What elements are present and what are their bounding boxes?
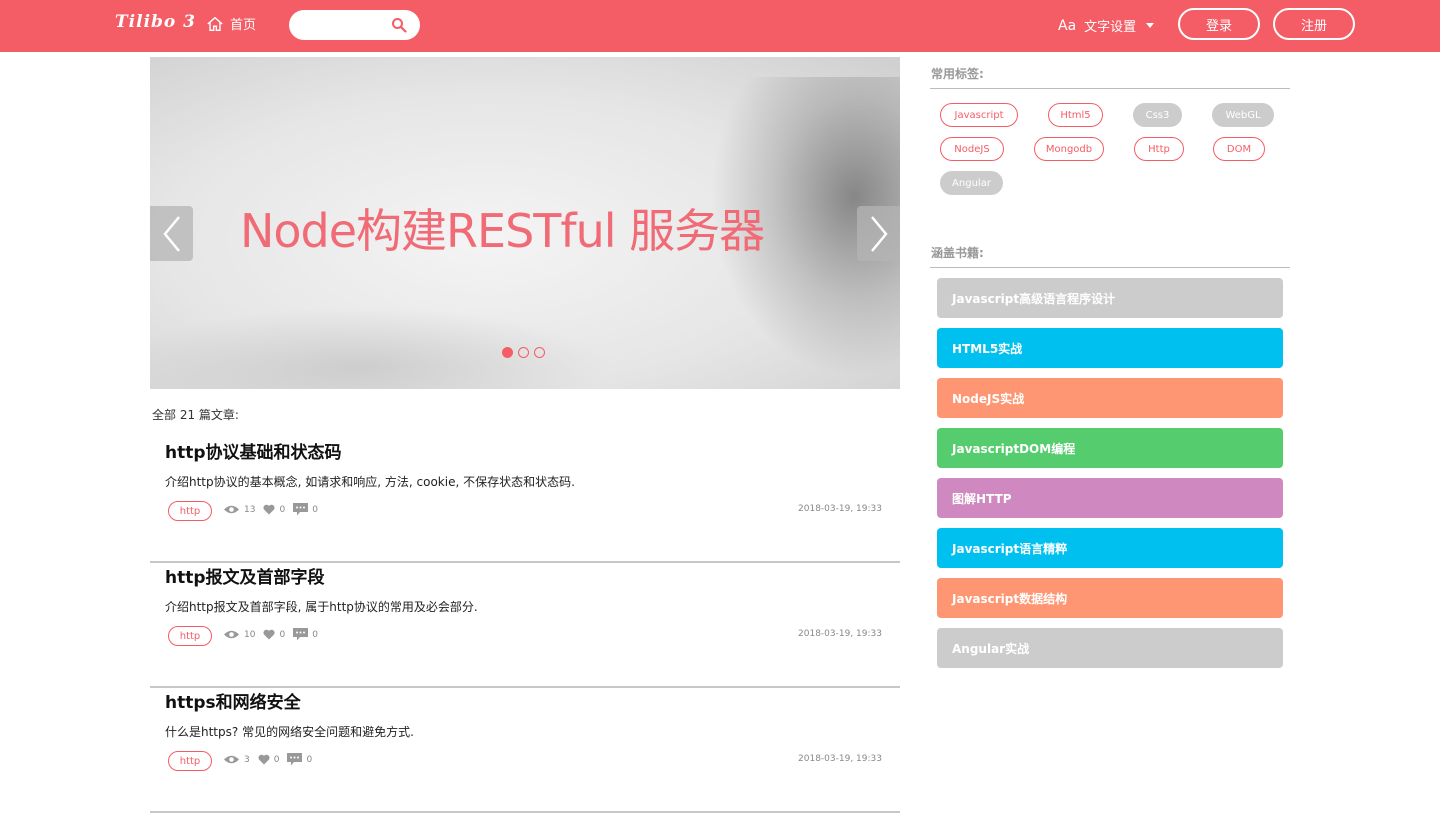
heart-icon: [263, 629, 276, 640]
tag-nodejs[interactable]: NodeJS: [940, 137, 1004, 161]
article-stats: 13 0 0: [223, 503, 326, 516]
article-title[interactable]: http协议基础和状态码: [165, 438, 342, 463]
search-box: [289, 10, 420, 40]
article-description: 介绍http报文及首部字段, 属于http协议的常用及必会部分.: [165, 600, 478, 614]
like-count: 0: [273, 754, 280, 765]
caret-down-icon: [1146, 23, 1155, 28]
home-icon: [207, 16, 223, 31]
login-button[interactable]: 登录: [1178, 8, 1260, 40]
article-date: 2018-03-19, 19:33: [798, 629, 882, 639]
search-input[interactable]: [301, 16, 391, 34]
books-heading: 涵盖书籍:: [930, 244, 1290, 268]
article-date: 2018-03-19, 19:33: [798, 754, 882, 764]
article-item: http报文及首部字段 介绍http报文及首部字段, 属于http协议的常用及必…: [150, 563, 900, 688]
book-item[interactable]: HTML5实战: [937, 328, 1283, 368]
slide-title: Node构建RESTful 服务器: [240, 204, 765, 258]
article-description: 介绍http协议的基本概念, 如请求和响应, 方法, cookie, 不保存状态…: [165, 475, 575, 489]
tag-javascript[interactable]: Javascript: [940, 103, 1018, 127]
font-settings-dropdown[interactable]: Aa 文字设置: [1058, 16, 1155, 35]
eye-icon: [224, 505, 239, 514]
tag-webgl[interactable]: WebGL: [1212, 103, 1274, 127]
tags-heading: 常用标签:: [930, 65, 1290, 89]
home-link[interactable]: 首页: [206, 14, 256, 33]
chevron-right-icon: [870, 215, 888, 252]
font-settings-label: 文字设置: [1084, 20, 1137, 35]
carousel-dot[interactable]: [502, 347, 513, 358]
tag-http[interactable]: Http: [1134, 137, 1184, 161]
book-item[interactable]: Javascript高级语言程序设计: [937, 278, 1283, 318]
carousel-dot[interactable]: [534, 347, 545, 358]
article-item: https和网络安全 什么是https? 常见的网络安全问题和避免方式. htt…: [150, 688, 900, 813]
article-date: 2018-03-19, 19:33: [798, 504, 882, 514]
article-tag[interactable]: http: [168, 751, 212, 771]
article-description: 什么是https? 常见的网络安全问题和避免方式.: [165, 725, 414, 739]
like-count: 0: [279, 504, 286, 515]
book-item[interactable]: Angular实战: [937, 628, 1283, 668]
comment-icon: [293, 503, 309, 516]
book-item[interactable]: NodeJS实战: [937, 378, 1283, 418]
top-navbar: Tilibo 3 首页 Aa 文字设置 登录 注册: [0, 0, 1440, 52]
carousel-prev-button[interactable]: [150, 206, 193, 261]
like-count: 0: [279, 629, 286, 640]
comment-count: 0: [312, 629, 318, 640]
view-count: 10: [244, 629, 256, 640]
carousel-indicators: [502, 347, 545, 358]
chevron-left-icon: [162, 215, 180, 252]
article-item: http协议基础和状态码 介绍http协议的基本概念, 如请求和响应, 方法, …: [150, 438, 900, 563]
carousel-next-button[interactable]: [857, 206, 900, 261]
tag-dom[interactable]: DOM: [1213, 137, 1265, 161]
tag-mongodb[interactable]: Mongodb: [1034, 137, 1104, 161]
heart-icon: [258, 754, 270, 765]
comment-count: 0: [312, 504, 318, 515]
article-title[interactable]: http报文及首部字段: [165, 563, 325, 588]
article-tag[interactable]: http: [168, 501, 212, 521]
eye-icon: [224, 755, 239, 764]
tag-angular[interactable]: Angular: [940, 171, 1003, 195]
search-icon[interactable]: [391, 17, 407, 33]
carousel-dot[interactable]: [518, 347, 529, 358]
book-item[interactable]: Javascript语言精粹: [937, 528, 1283, 568]
eye-icon: [224, 630, 239, 639]
book-item[interactable]: JavascriptDOM编程: [937, 428, 1283, 468]
book-item[interactable]: 图解HTTP: [937, 478, 1283, 518]
tag-css3[interactable]: Css3: [1133, 103, 1182, 127]
site-logo[interactable]: Tilibo 3: [115, 12, 196, 32]
book-item[interactable]: Javascript数据结构: [937, 578, 1283, 618]
article-stats: 3 0 0: [223, 753, 320, 766]
register-button[interactable]: 注册: [1273, 8, 1355, 40]
comment-icon: [287, 753, 303, 766]
heart-icon: [263, 504, 276, 515]
banner-carousel: Node构建RESTful 服务器: [150, 57, 900, 389]
article-stats: 10 0 0: [223, 628, 326, 641]
article-count: 全部 21 篇文章:: [152, 408, 239, 422]
tag-html5[interactable]: Html5: [1048, 103, 1103, 127]
home-label: 首页: [230, 18, 257, 33]
article-tag[interactable]: http: [168, 626, 212, 646]
comment-count: 0: [306, 754, 313, 765]
comment-icon: [293, 628, 309, 641]
article-title[interactable]: https和网络安全: [165, 688, 301, 713]
view-count: 13: [244, 504, 256, 515]
view-count: 3: [244, 754, 250, 765]
font-size-icon: Aa: [1058, 17, 1077, 34]
